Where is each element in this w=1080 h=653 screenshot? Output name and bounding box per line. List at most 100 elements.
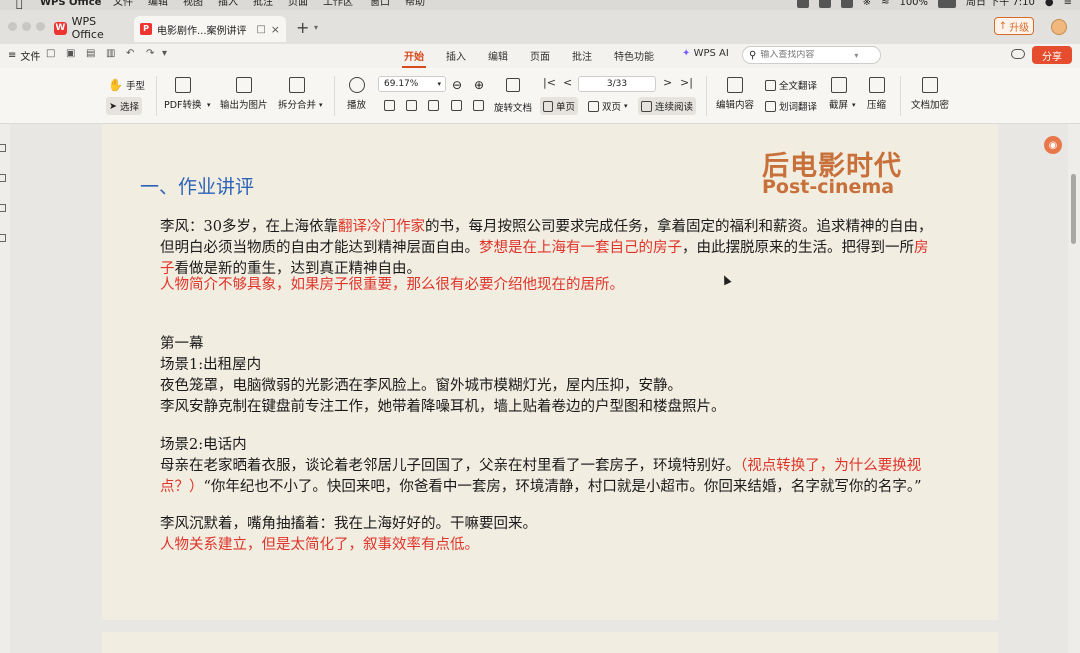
scene-title: 场景1:出租屋内	[160, 357, 262, 373]
fit-height-icon[interactable]	[428, 100, 439, 111]
vertical-scrollbar[interactable]	[1068, 124, 1080, 653]
double-page-icon	[588, 100, 599, 112]
tab-special[interactable]: 特色功能	[614, 48, 654, 63]
bluetooth-icon[interactable]: ※	[863, 0, 871, 8]
menu-view[interactable]: 视图	[183, 0, 203, 8]
avatar[interactable]	[1051, 19, 1067, 35]
first-page-icon[interactable]: |<	[543, 76, 556, 89]
menu-insert[interactable]: 插入	[218, 0, 238, 8]
double-page-button[interactable]: 双页 ▾	[588, 99, 628, 113]
tab-wps-home-label: WPS Office	[71, 15, 104, 41]
continuous-reading-button[interactable]: 连续阅读	[638, 97, 697, 115]
export-icon[interactable]: ▥	[106, 48, 115, 59]
close-window-button[interactable]	[8, 22, 17, 31]
tab-wps-home[interactable]: W WPS Office	[48, 15, 130, 41]
wechat-icon[interactable]	[796, 0, 809, 8]
folder-icon[interactable]: □	[46, 48, 55, 59]
wps-logo-icon: W	[54, 21, 67, 35]
keyboard-icon[interactable]	[840, 0, 853, 8]
clock[interactable]: 周日 下午 7:10	[966, 0, 1035, 8]
quick-more-icon[interactable]: ▾	[162, 48, 167, 59]
tab-wps-ai[interactable]: ✦ WPS AI	[682, 48, 729, 59]
menu-file[interactable]: 文件	[113, 0, 133, 8]
maximize-window-button[interactable]	[36, 22, 45, 31]
comment-panel-icon[interactable]	[0, 204, 6, 212]
fit-page-icon[interactable]	[506, 78, 520, 92]
zoom-select[interactable]: 69.17% ▾	[378, 76, 446, 92]
last-page-icon[interactable]: >|	[680, 76, 693, 89]
redo-icon[interactable]: ↷	[146, 48, 154, 59]
rotate-document-button[interactable]: 旋转文档	[494, 100, 532, 114]
search-box[interactable]: ⚲ ▾	[742, 46, 881, 64]
search-chevron-icon[interactable]: ▾	[854, 51, 858, 60]
app-icon[interactable]	[818, 0, 831, 8]
edit-content-button[interactable]: 编辑内容	[716, 77, 754, 111]
play-button[interactable]: 播放	[347, 77, 366, 111]
select-tool-label: 选择	[119, 102, 139, 113]
select-tool-button[interactable]: ➤ 选择	[106, 97, 142, 115]
menu-help[interactable]: 帮助	[405, 0, 425, 8]
compress-button[interactable]: 压缩	[867, 77, 886, 111]
tab-page[interactable]: 页面	[530, 48, 550, 63]
document-viewport[interactable]: 一、作业讲评 后电影时代 Post-cinema 李风：30多岁，在上海依靠翻译…	[10, 124, 1068, 653]
tab-start[interactable]: 开始	[402, 48, 426, 68]
attachment-panel-icon[interactable]	[0, 234, 6, 242]
save-icon[interactable]: ▣	[66, 48, 75, 59]
print-icon[interactable]: ▤	[86, 48, 95, 59]
thumbnail-panel-icon[interactable]	[0, 174, 6, 182]
new-tab-plus-icon[interactable]: +	[296, 18, 309, 37]
floating-assistant-button[interactable]: ◉	[1044, 136, 1062, 154]
page-number-input[interactable]: 3/33	[578, 76, 656, 92]
wifi-icon[interactable]: ≈	[881, 0, 889, 8]
minimize-window-button[interactable]	[22, 22, 31, 31]
siri-icon[interactable]: ●	[1045, 0, 1054, 8]
tab-insert[interactable]: 插入	[446, 48, 466, 63]
pdf-convert-button[interactable]: PDF转换	[164, 77, 202, 111]
actual-size-icon[interactable]	[384, 100, 395, 111]
search-input[interactable]	[760, 50, 851, 60]
screenshot-chevron-icon[interactable]: ▾	[852, 101, 856, 109]
bookmark-panel-icon[interactable]	[0, 144, 6, 152]
cloud-icon[interactable]	[1011, 49, 1025, 59]
split-merge-button[interactable]: 拆分合并	[278, 77, 316, 111]
screenshot-button[interactable]: 截屏	[829, 77, 848, 111]
menu-page[interactable]: 页面	[288, 0, 308, 8]
split-merge-chevron-icon[interactable]: ▾	[319, 101, 323, 109]
file-menu[interactable]: ≡ 文件	[8, 48, 40, 63]
rotate-left-icon[interactable]	[451, 100, 462, 111]
tab-document[interactable]: P 电影剧作...案例讲评 □ ×	[134, 16, 286, 42]
scene-line: 李风沉默着，嘴角抽搐着：我在上海好好的。干嘛要回来。	[160, 516, 537, 532]
scrollbar-thumb[interactable]	[1071, 174, 1076, 244]
previous-page-icon[interactable]: <	[563, 76, 572, 89]
menu-workspace[interactable]: 工作区	[323, 0, 353, 8]
menu-window[interactable]: 窗口	[370, 0, 390, 8]
zoom-in-icon[interactable]: ⊕	[474, 78, 484, 92]
tab-monitor-icon[interactable]: □	[256, 24, 265, 35]
tab-comment[interactable]: 批注	[572, 48, 592, 63]
full-translate-button[interactable]: 全文翻译	[765, 78, 817, 92]
menu-comment[interactable]: 批注	[253, 0, 273, 8]
rotate-right-icon[interactable]	[473, 100, 484, 111]
share-button[interactable]: 分享	[1032, 46, 1072, 64]
menu-edit[interactable]: 编辑	[148, 0, 168, 8]
upgrade-button[interactable]: ↑ 升级	[994, 17, 1034, 35]
next-page-icon[interactable]: >	[663, 76, 672, 89]
new-tab-chevron-icon[interactable]: ▾	[314, 23, 318, 32]
zoom-out-icon[interactable]: ⊖	[452, 78, 462, 92]
apple-icon[interactable]: 	[16, 0, 23, 9]
export-image-button[interactable]: 输出为图片	[220, 77, 268, 111]
hamburger-icon: ≡	[8, 50, 17, 61]
battery-icon[interactable]	[938, 0, 957, 8]
word-translate-button[interactable]: 划词翻译	[765, 99, 817, 113]
menu-app-name[interactable]: WPS Office	[40, 0, 101, 8]
export-image-label: 输出为图片	[220, 100, 268, 111]
fit-width-icon[interactable]	[406, 100, 417, 111]
tab-close-icon[interactable]: ×	[271, 23, 280, 36]
control-center-icon[interactable]: ≡	[1064, 0, 1072, 8]
single-page-button[interactable]: 单页	[540, 97, 579, 115]
undo-icon[interactable]: ↶	[126, 48, 134, 59]
hand-tool-button[interactable]: ✋ 手型	[108, 78, 145, 92]
pdf-convert-chevron-icon[interactable]: ▾	[207, 101, 211, 109]
encrypt-document-button[interactable]: 文档加密	[911, 77, 949, 111]
tab-edit[interactable]: 编辑	[488, 48, 508, 63]
